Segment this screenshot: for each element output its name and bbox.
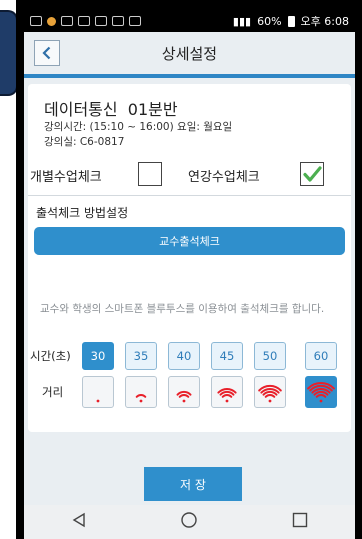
save-button[interactable]: 저 장: [144, 467, 242, 501]
pencil-icon: [78, 16, 90, 26]
time-option-40[interactable]: 40: [168, 342, 200, 370]
course-time: 강의시간: (15:10 ~ 16:00) 요일: 월요일: [44, 121, 233, 133]
notification-icon: [61, 16, 73, 26]
nav-bar: [24, 505, 355, 539]
wifi-signal-icon: [135, 394, 147, 403]
divider: [28, 195, 351, 196]
distance-row-label: 거리: [42, 385, 64, 399]
time-option-30[interactable]: 30: [82, 342, 114, 370]
time-row-label: 시간(초): [30, 349, 71, 363]
wifi-signal-icon: [217, 388, 237, 403]
distance-option-1[interactable]: [82, 376, 114, 408]
page-title: 상세설정: [161, 44, 218, 63]
course-details: 강의시간: (15:10 ~ 16:00) 요일: 월요일 강의실: C6-08…: [44, 120, 232, 150]
back-button[interactable]: [34, 40, 60, 66]
app-icon: [47, 16, 56, 26]
wifi-signal-icon: [96, 399, 100, 403]
distance-option-2[interactable]: [125, 376, 157, 408]
chevron-left-icon: [42, 46, 51, 60]
signal-icon: ▮▮▮: [232, 14, 252, 28]
wifi-signal-icon: [307, 382, 335, 403]
individual-checkbox[interactable]: [138, 162, 162, 186]
app-header: 상세설정: [24, 32, 355, 74]
recents-square-icon[interactable]: [291, 511, 309, 533]
back-triangle-icon[interactable]: [70, 511, 88, 533]
wifi-signal-icon: [258, 384, 282, 403]
settings-card: 데이터통신 01분반 강의시간: (15:10 ~ 16:00) 요일: 월요일…: [28, 84, 351, 432]
checkmark-icon: [303, 166, 322, 182]
time-option-45[interactable]: 45: [211, 342, 243, 370]
home-circle-icon[interactable]: [180, 511, 198, 533]
notification-icon: [30, 16, 42, 26]
image-icon: [112, 16, 124, 26]
distance-option-5[interactable]: [254, 376, 286, 408]
mail-icon: [95, 16, 107, 26]
distance-option-4[interactable]: [211, 376, 243, 408]
battery-percent: 60%: [257, 14, 282, 28]
clock: 오후 6:08: [300, 15, 349, 28]
mail-icon: [129, 16, 141, 26]
time-option-35[interactable]: 35: [125, 342, 157, 370]
time-option-60[interactable]: 60: [305, 342, 337, 370]
wifi-signal-icon: [176, 390, 192, 403]
course-title: 데이터통신 01분반: [44, 100, 178, 119]
phone-screen: ▮▮▮ 60% 오후 6:08 상세설정 데이터통신 01분반 강의시간: (1…: [24, 10, 355, 539]
consecutive-check-label: 연강수업체크: [188, 170, 260, 185]
check-options: 개별수업체크 연강수업체크: [28, 160, 351, 190]
course-room: 강의실: C6-0817: [44, 136, 125, 148]
distance-option-6[interactable]: [305, 376, 337, 408]
battery-icon: [287, 15, 295, 27]
distance-option-3[interactable]: [168, 376, 200, 408]
professor-check-button[interactable]: 교수출석체크: [34, 227, 345, 255]
consecutive-checkbox[interactable]: [300, 162, 324, 186]
time-option-50[interactable]: 50: [254, 342, 286, 370]
header-underline: [24, 74, 355, 78]
status-bar: ▮▮▮ 60% 오후 6:08: [24, 10, 355, 32]
method-label: 출석체크 방법설정: [36, 206, 129, 220]
individual-check-label: 개별수업체크: [30, 170, 102, 185]
method-description: 교수와 학생의 스마트폰 블루투스를 이용하여 출석체크를 합니다.: [40, 303, 325, 315]
